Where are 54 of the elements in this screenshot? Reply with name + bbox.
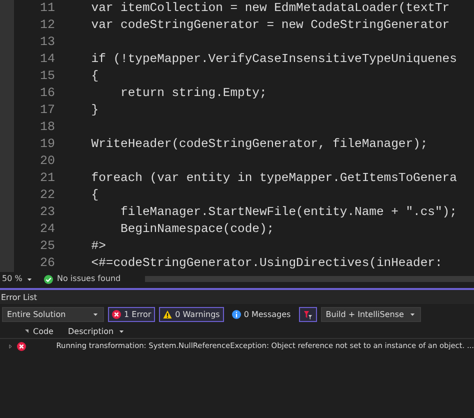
filter-button[interactable] <box>298 307 317 322</box>
line-number: 24 <box>38 221 55 238</box>
code-line: return string.Empty; <box>120 85 268 102</box>
code-line: #> <box>90 238 107 255</box>
line-number: 20 <box>38 153 55 170</box>
horizontal-scrollbar[interactable] <box>144 276 474 282</box>
code-line: foreach (var entity in typeMapper.GetItemsToGenera <box>90 170 458 187</box>
line-number: 15 <box>38 68 55 85</box>
source-dropdown[interactable]: Build + IntelliSense <box>320 307 421 322</box>
line-number: 23 <box>38 204 55 221</box>
error-icon <box>112 310 121 319</box>
line-number: 21 <box>38 170 55 187</box>
scope-dropdown[interactable]: Entire Solution <box>2 307 104 322</box>
line-number: 26 <box>38 255 55 272</box>
issues-status: No issues found <box>57 273 121 285</box>
caret-icon <box>408 311 416 318</box>
caret-icon <box>92 311 99 318</box>
code-line: var codeStringGenerator = new CodeStringGenerator <box>90 17 451 34</box>
line-number: 13 <box>38 34 55 51</box>
panel-title: Error List <box>0 290 474 304</box>
line-number: 16 <box>38 85 55 102</box>
code-line: { <box>90 68 100 85</box>
expand-icon <box>8 344 13 348</box>
line-number: 18 <box>38 119 55 136</box>
line-number: 17 <box>38 102 55 119</box>
filter-toggle[interactable]: 1 Error <box>108 307 156 322</box>
caret-icon <box>26 276 34 282</box>
info-icon <box>232 310 241 319</box>
code-line: var itemCollection = new EdmMetadataLoader(textTr <box>90 0 451 17</box>
code-line: <#=codeStringGenerator.UsingDirectives(inHeader: <box>90 255 444 272</box>
column-header[interactable]: Code <box>33 326 54 338</box>
filter-toggle[interactable]: 0 Messages <box>228 307 295 322</box>
code-line: fileManager.StartNewFile(entity.Name + ".cs"); <box>120 204 458 221</box>
line-number: 14 <box>38 51 55 68</box>
line-number: 25 <box>38 238 55 255</box>
caret-icon <box>118 328 125 335</box>
sort-corner-icon <box>24 329 29 334</box>
zoom-dropdown[interactable]: 50 % <box>2 273 40 285</box>
code-line: if (!typeMapper.VerifyCaseInsensitiveTypeUniquenes <box>90 51 458 68</box>
code-line: WriteHeader(codeStringGenerator, fileManager); <box>90 136 429 153</box>
filter-icon <box>302 310 313 320</box>
line-number: 12 <box>38 17 55 34</box>
warning-icon <box>163 310 172 319</box>
check-icon <box>44 274 53 284</box>
line-number: 22 <box>38 187 55 204</box>
code-line: { <box>90 187 100 204</box>
column-header[interactable]: Description <box>68 326 114 338</box>
line-number: 19 <box>38 136 55 153</box>
code-line: BeginNamespace(code); <box>120 221 276 238</box>
error-icon <box>17 342 26 350</box>
filter-toggle[interactable]: 0 Warnings <box>159 307 224 322</box>
code-line: } <box>90 102 100 119</box>
line-number: 11 <box>38 0 55 17</box>
zoom-level: 50 % <box>2 273 22 285</box>
